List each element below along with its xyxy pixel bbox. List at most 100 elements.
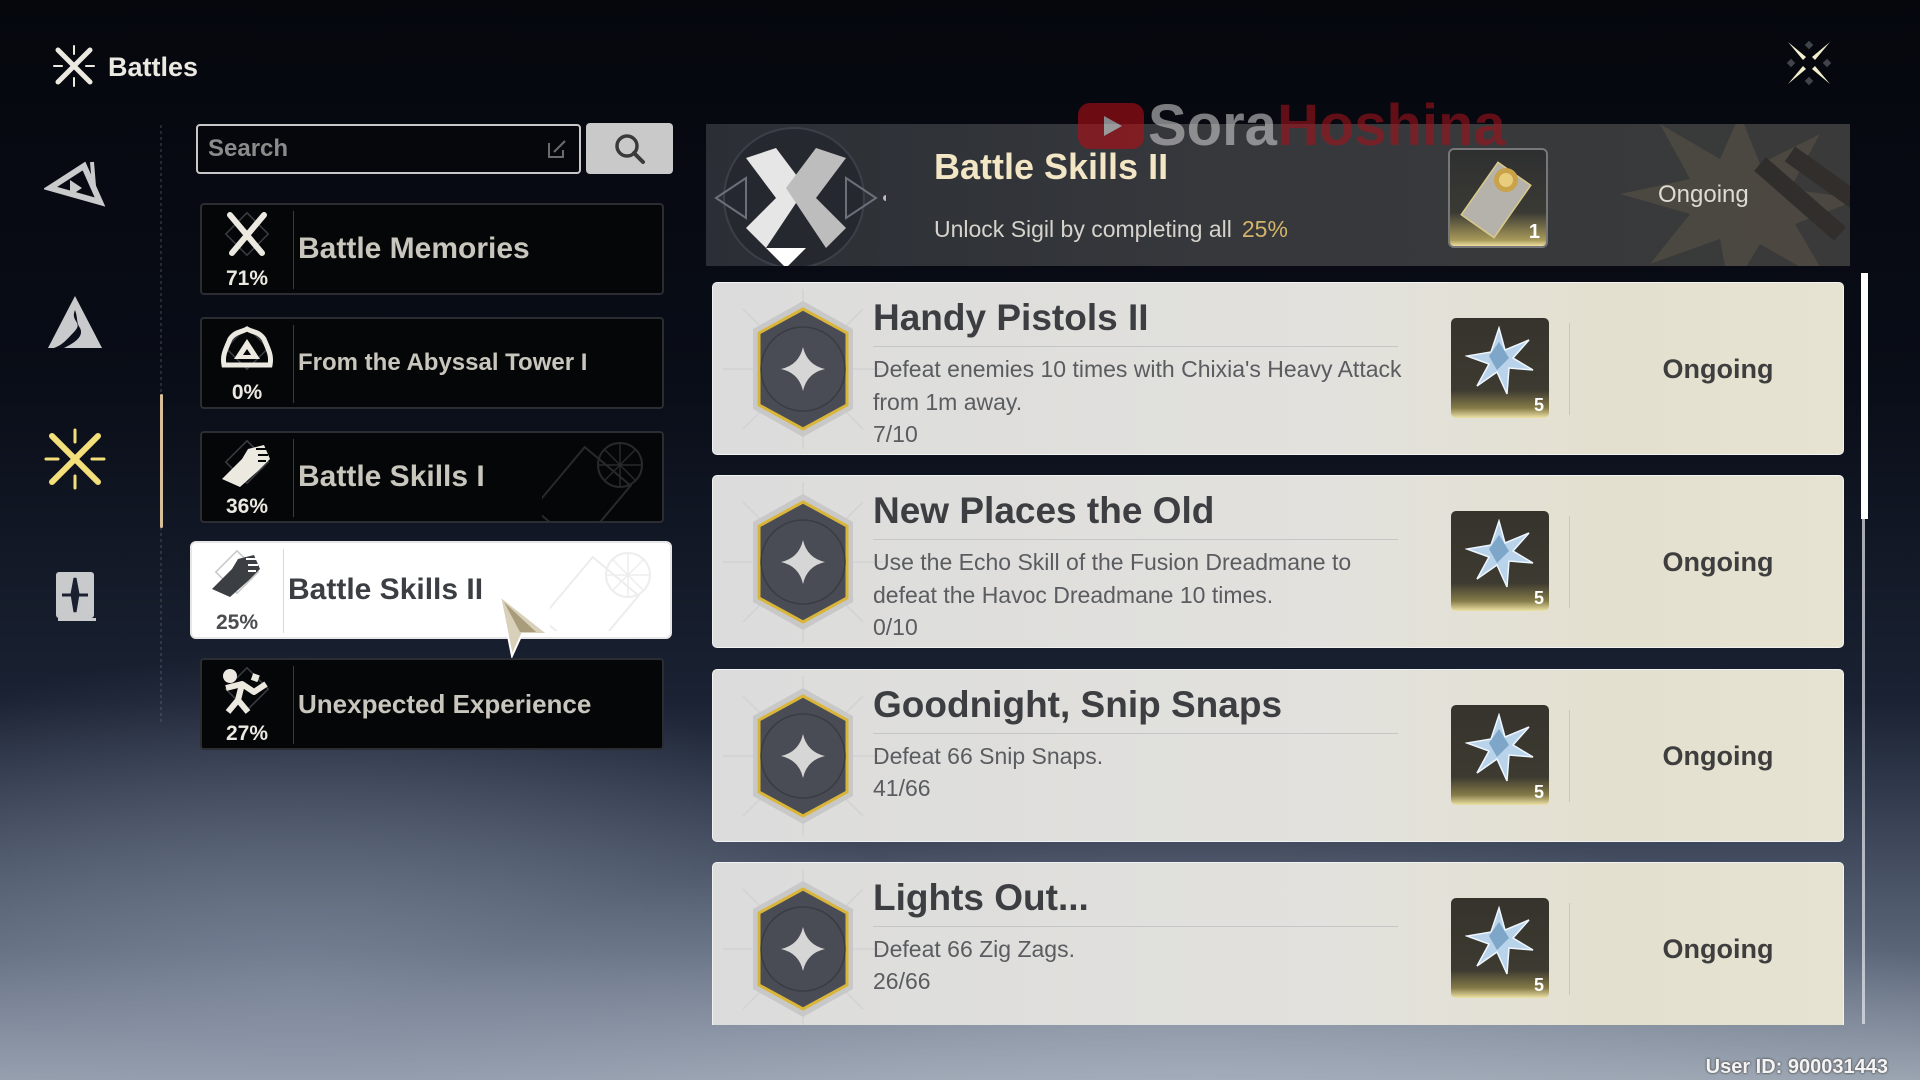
category-item-battle-skills-2[interactable]: 25% Battle Skills II: [190, 541, 672, 639]
reward-item[interactable]: 5: [1451, 318, 1549, 418]
achievement-badge-icon: [723, 482, 883, 642]
divider: [1569, 323, 1570, 415]
category-banner: Battle Skills II Unlock Sigil by complet…: [706, 124, 1850, 266]
astrite-icon: [1465, 906, 1534, 975]
astrite-icon: [1465, 519, 1534, 588]
divider: [873, 926, 1398, 927]
divider: [283, 549, 284, 633]
banner-subtitle-text: Unlock Sigil by completing all: [934, 216, 1232, 242]
achievement-status: Ongoing: [1662, 934, 1774, 964]
close-button[interactable]: [1784, 38, 1834, 88]
page-title: Battles: [108, 52, 199, 82]
nav-item-exploration[interactable]: [44, 292, 106, 354]
reward-quantity: 5: [1533, 782, 1544, 802]
achievement-description: Defeat 66 Zig Zags. 26/66: [873, 933, 1413, 997]
category-label: Battle Skills II: [288, 573, 484, 606]
achievement-title: Goodnight, Snip Snaps: [873, 684, 1283, 725]
achievement-item: Lights Out... Defeat 66 Zig Zags. 26/66 …: [712, 862, 1844, 1025]
achievement-list: Handy Pistols II Defeat enemies 10 times…: [712, 282, 1844, 1025]
mouse-cursor-icon: [498, 594, 551, 658]
tower-triangle-icon: [214, 325, 280, 385]
search-input[interactable]: [208, 126, 528, 172]
category-item-abyssal-tower[interactable]: 0% From the Abyssal Tower I: [200, 317, 664, 409]
divider: [1569, 710, 1570, 802]
divider: [293, 439, 294, 517]
divider: [873, 539, 1398, 540]
fist-icon: [214, 439, 280, 499]
achievement-title: Handy Pistols II: [873, 297, 1149, 338]
achievement-badge-icon: [723, 869, 883, 1025]
achievement-title: Lights Out...: [873, 877, 1089, 918]
handshake-emblem-icon: [714, 127, 886, 266]
achievement-description: Defeat enemies 10 times with Chixia's He…: [873, 353, 1413, 450]
achievement-badge-icon: [723, 676, 883, 836]
card-decoration-icon: [550, 552, 651, 631]
achievement-description-text: Defeat 66 Snip Snaps.: [873, 743, 1104, 769]
divider: [293, 325, 294, 403]
fist-icon: [204, 549, 270, 609]
category-label: Unexpected Experience: [298, 689, 592, 719]
banner-status: Ongoing: [1658, 181, 1749, 208]
scrollbar-thumb[interactable]: [1861, 273, 1868, 519]
banner-subtitle: Unlock Sigil by completing all 25%: [934, 216, 1288, 243]
triangle-emblem-icon: [42, 161, 106, 207]
category-label: Battle Memories: [298, 232, 530, 265]
category-item-battle-memories[interactable]: 71% Battle Memories: [200, 203, 664, 295]
sigil-reward[interactable]: 1: [1448, 148, 1548, 248]
crossed-swords-icon: [214, 211, 280, 271]
reward-quantity: 5: [1533, 975, 1544, 995]
achievement-description: Use the Echo Skill of the Fusion Dreadma…: [873, 546, 1413, 643]
achievement-status: Ongoing: [1662, 354, 1774, 384]
reward-quantity: 1: [1528, 221, 1540, 243]
achievement-item: Handy Pistols II Defeat enemies 10 times…: [712, 282, 1844, 455]
achievement-progress: 26/66: [873, 968, 931, 994]
achievement-item: New Places the Old Use the Echo Skill of…: [712, 475, 1844, 648]
reward-item[interactable]: 5: [1451, 705, 1549, 805]
category-progress: 27%: [225, 722, 269, 745]
achievement-description-text: Defeat 66 Zig Zags.: [873, 936, 1075, 962]
achievement-badge-icon: [723, 289, 883, 449]
divider: [1569, 516, 1570, 608]
user-id: User ID: 900031443: [1705, 1056, 1888, 1078]
achievement-description-text: Defeat enemies 10 times with Chixia's He…: [873, 356, 1402, 415]
category-item-unexpected-experience[interactable]: 27% Unexpected Experience: [200, 658, 664, 750]
achievement-description-text: Use the Echo Skill of the Fusion Dreadma…: [873, 549, 1352, 608]
card-decoration-icon: [542, 442, 643, 521]
reward-item[interactable]: 5: [1451, 898, 1549, 998]
achievement-status: Ongoing: [1662, 547, 1774, 577]
crossed-swords-icon: [44, 428, 106, 490]
search-field[interactable]: [196, 124, 581, 174]
achievement-title: New Places the Old: [873, 490, 1215, 531]
banner-progress: 25%: [1241, 216, 1288, 242]
achievement-item: Goodnight, Snip Snaps Defeat 66 Snip Sna…: [712, 669, 1844, 842]
category-label: From the Abyssal Tower I: [298, 349, 588, 376]
reward-quantity: 5: [1533, 588, 1544, 608]
nav-item-battles[interactable]: [44, 428, 106, 490]
category-progress: 0%: [231, 381, 263, 404]
category-label: Battle Skills I: [298, 460, 485, 493]
divider: [873, 733, 1398, 734]
reward-item[interactable]: 5: [1451, 511, 1549, 611]
achievement-progress: 7/10: [873, 421, 918, 447]
edit-icon: [547, 139, 567, 159]
astrite-icon: [1465, 713, 1534, 782]
category-progress: 25%: [215, 611, 259, 634]
falling-figure-icon: [214, 666, 280, 726]
divider: [1569, 903, 1570, 995]
achievement-progress: 0/10: [873, 614, 918, 640]
book-icon: [56, 572, 96, 621]
achievement-progress: 41/66: [873, 775, 931, 801]
reward-quantity: 5: [1533, 395, 1544, 415]
divider: [873, 346, 1398, 347]
nav-item-echo-triangle[interactable]: [42, 158, 106, 220]
achievement-status: Ongoing: [1662, 741, 1774, 771]
achievement-description: Defeat 66 Snip Snaps. 41/66: [873, 740, 1413, 804]
category-progress: 36%: [225, 495, 269, 518]
divider: [293, 211, 294, 289]
astrite-icon: [1465, 326, 1534, 395]
nav-item-collection[interactable]: [44, 566, 106, 628]
category-item-battle-skills-1[interactable]: 36% Battle Skills I: [200, 431, 664, 523]
nav-active-indicator: [160, 394, 163, 528]
search-button[interactable]: [586, 123, 673, 174]
close-icon: [1786, 40, 1832, 86]
